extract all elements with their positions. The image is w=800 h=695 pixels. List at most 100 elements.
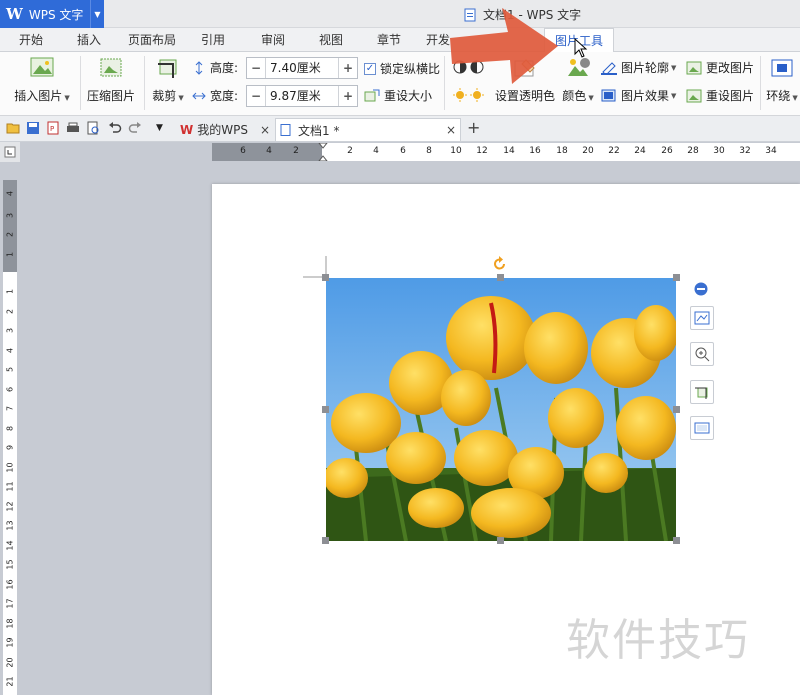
- close-icon[interactable]: ×: [446, 123, 456, 137]
- app-name: WPS 文字: [28, 7, 84, 22]
- collapse-icon[interactable]: [694, 282, 708, 296]
- open-folder-icon[interactable]: [6, 121, 20, 135]
- height-increment-button[interactable]: +: [339, 61, 357, 75]
- new-tab-icon[interactable]: +: [467, 118, 480, 137]
- print-preview-icon[interactable]: [86, 121, 100, 135]
- undo-icon[interactable]: [108, 121, 122, 135]
- ruler-tick: 8: [426, 146, 432, 156]
- crop-button[interactable]: 裁剪 ▼: [148, 56, 188, 104]
- reset-picture-label: 重设图片: [706, 89, 755, 103]
- ruler-tick: 11: [5, 481, 15, 492]
- ribbon-toolbar: 插入图片 ▼ 压缩图片 裁剪 ▼ 高度: − 7.40厘米 + 宽度: − 9.87…: [0, 52, 800, 116]
- tab-review[interactable]: 审阅: [250, 28, 296, 52]
- doc-tab-document1[interactable]: 文档1 * ×: [275, 118, 461, 141]
- tab-page-layout[interactable]: 页面布局: [122, 28, 182, 52]
- lock-ratio-label: 锁定纵横比: [380, 62, 441, 76]
- width-input[interactable]: − 9.87厘米 +: [246, 85, 358, 107]
- tab-view[interactable]: 视图: [308, 28, 354, 52]
- picture-effects-button[interactable]: 图片效果 ▼: [601, 87, 676, 104]
- resize-handle[interactable]: [673, 274, 680, 281]
- indent-marker-icon[interactable]: [318, 143, 328, 161]
- tab-stop-icon[interactable]: [0, 142, 20, 162]
- height-decrement-button[interactable]: −: [247, 61, 265, 75]
- height-control: 高度:: [192, 59, 238, 76]
- reset-size-button[interactable]: 重设大小: [364, 87, 432, 104]
- crop-picture-button[interactable]: [690, 380, 714, 404]
- picture-outline-button[interactable]: 图片轮廓 ▼: [601, 59, 676, 76]
- zoom-picture-button[interactable]: [690, 342, 714, 366]
- rotate-handle-icon[interactable]: [492, 256, 508, 272]
- resize-handle[interactable]: [497, 537, 504, 544]
- ruler-tick: 12: [476, 146, 488, 156]
- vertical-ruler[interactable]: 4 3 2 1 1 2 3 4 5 6 7 8 9 10 11 12 13 14…: [3, 180, 17, 695]
- wrap-label: 环绕: [766, 89, 791, 103]
- ruler-tick: 4: [5, 347, 15, 354]
- tab-section[interactable]: 章节: [366, 28, 412, 52]
- insert-picture-button[interactable]: 插入图片 ▼: [10, 56, 74, 104]
- width-decrement-button[interactable]: −: [247, 89, 265, 103]
- ruler-tick: 20: [582, 146, 594, 156]
- ruler-tick: 7: [5, 405, 15, 412]
- frame-icon: [694, 422, 710, 434]
- chevron-down-icon[interactable]: ▼: [156, 123, 170, 137]
- ruler-tick: 14: [503, 146, 515, 156]
- tab-home[interactable]: 开始: [8, 28, 54, 52]
- resize-handle[interactable]: [322, 406, 329, 413]
- print-icon[interactable]: [66, 121, 80, 135]
- width-value[interactable]: 9.87厘米: [265, 86, 339, 106]
- tab-references[interactable]: 引用: [190, 28, 236, 52]
- ruler-tick: 2: [347, 146, 353, 156]
- ruler-tick: 2: [293, 146, 299, 156]
- save-icon[interactable]: [26, 121, 40, 135]
- close-icon[interactable]: ×: [260, 123, 270, 137]
- compress-picture-button[interactable]: 压缩图片: [86, 56, 136, 104]
- width-control: 宽度:: [192, 87, 238, 104]
- chevron-down-icon[interactable]: ▼: [90, 0, 104, 28]
- color-button[interactable]: 颜色 ▼: [560, 56, 596, 104]
- resize-handle[interactable]: [497, 274, 504, 281]
- reset-picture-button[interactable]: 重设图片: [686, 87, 754, 104]
- ruler-tick: 8: [5, 425, 15, 432]
- width-label: 宽度:: [210, 89, 239, 103]
- tulip-photo[interactable]: [326, 278, 676, 541]
- change-picture-button[interactable]: 更改图片: [686, 59, 754, 76]
- redo-icon[interactable]: [128, 121, 142, 135]
- ruler-corner[interactable]: [0, 142, 20, 162]
- height-input[interactable]: − 7.40厘米 +: [246, 57, 358, 79]
- ruler-tick: 12: [5, 501, 15, 512]
- ruler-tick: 30: [713, 146, 725, 156]
- resize-handle[interactable]: [322, 274, 329, 281]
- picture-frame-button[interactable]: [690, 416, 714, 440]
- width-increment-button[interactable]: +: [339, 89, 357, 103]
- resize-handle[interactable]: [673, 537, 680, 544]
- checkbox-checked-icon[interactable]: ✓: [364, 62, 376, 75]
- doc-tab-label: 文档1 *: [298, 123, 340, 138]
- tab-insert[interactable]: 插入: [66, 28, 112, 52]
- ruler-tick: 16: [5, 579, 15, 590]
- crop-icon: [158, 59, 177, 78]
- compress-picture-label: 压缩图片: [86, 89, 135, 103]
- separator: [144, 56, 145, 110]
- horizontal-ruler[interactable]: 6 4 2 2 4 6 8 10 12 14 16 18 20 22 24 26…: [212, 143, 800, 161]
- document-icon: [280, 124, 291, 136]
- lock-ratio-checkbox[interactable]: ✓ 锁定纵横比: [364, 60, 440, 77]
- resize-handle[interactable]: [322, 537, 329, 544]
- color-icon: [568, 58, 590, 76]
- reset-size-label: 重设大小: [384, 89, 433, 103]
- ruler-tick: 6: [240, 146, 246, 156]
- layout-options-button[interactable]: [690, 306, 714, 330]
- compress-icon: [100, 58, 122, 77]
- ruler-tick: 18: [556, 146, 568, 156]
- height-value[interactable]: 7.40厘米: [265, 58, 339, 78]
- height-label: 高度:: [210, 61, 239, 75]
- wps-logo-icon: W: [6, 5, 23, 23]
- wrap-button[interactable]: 环绕 ▼: [764, 56, 800, 104]
- app-menu-button[interactable]: W WPS 文字 ▼: [0, 0, 104, 28]
- ruler-tick: 2: [5, 231, 15, 238]
- svg-text:P: P: [50, 125, 54, 133]
- doc-tab-my-wps[interactable]: W 我的WPS ×: [178, 118, 273, 141]
- wrap-layout-icon: [694, 311, 710, 325]
- export-pdf-icon[interactable]: P: [46, 121, 60, 135]
- picture-outline-icon: [601, 61, 617, 75]
- resize-handle[interactable]: [673, 406, 680, 413]
